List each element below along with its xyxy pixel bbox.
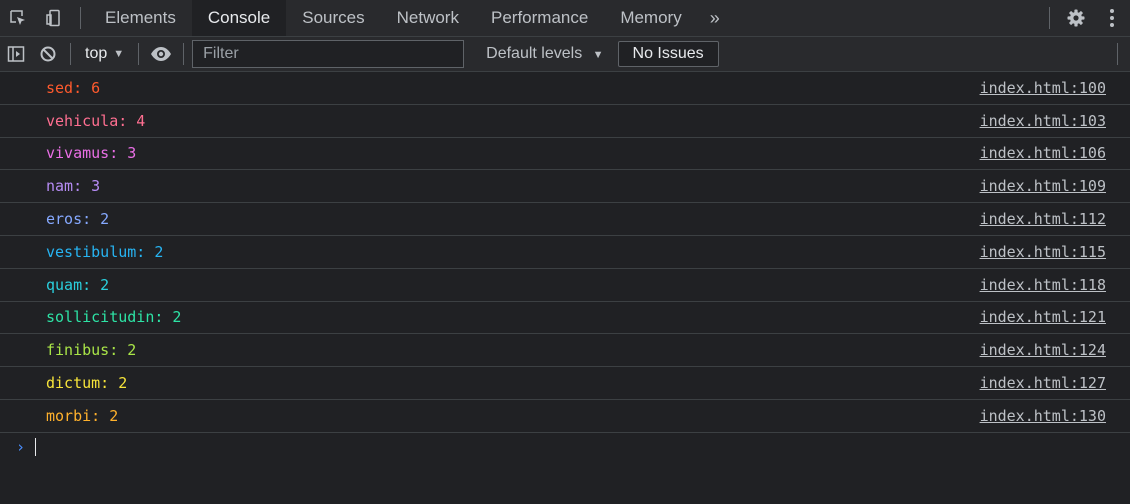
eye-icon[interactable] — [145, 37, 177, 71]
divider — [1049, 7, 1050, 29]
tab-performance[interactable]: Performance — [475, 0, 604, 36]
source-link[interactable]: index.html:100 — [980, 79, 1106, 97]
log-message: finibus: 2 — [46, 341, 137, 360]
source-link[interactable]: index.html:118 — [980, 276, 1106, 294]
sidebar-toggle-icon[interactable] — [0, 37, 32, 71]
log-levels-dropdown[interactable]: Default levels ▼ — [480, 45, 609, 63]
text-cursor — [35, 437, 37, 456]
gear-icon[interactable] — [1058, 0, 1094, 36]
tab-elements[interactable]: Elements — [89, 0, 192, 36]
tab-network[interactable]: Network — [381, 0, 475, 36]
source-link[interactable]: index.html:127 — [980, 374, 1106, 392]
device-toolbar-icon[interactable] — [36, 0, 72, 36]
log-message: vehicula: 4 — [46, 111, 146, 130]
console-row: vehicula: 4 index.html:103 — [0, 105, 1130, 138]
log-message: vestibulum: 2 — [46, 242, 164, 261]
inspect-element-icon[interactable] — [0, 0, 36, 36]
issues-button[interactable]: No Issues — [617, 41, 719, 67]
log-message: quam: 2 — [46, 275, 110, 294]
source-link[interactable]: index.html:112 — [980, 210, 1106, 228]
console-row: vestibulum: 2 index.html:115 — [0, 236, 1130, 269]
source-link[interactable]: index.html:130 — [980, 407, 1106, 425]
context-selector[interactable]: top ▼ — [77, 45, 132, 63]
log-message: nam: 3 — [46, 177, 101, 196]
log-message: sollicitudin: 2 — [46, 308, 182, 327]
source-link[interactable]: index.html:103 — [980, 112, 1106, 130]
log-message: dictum: 2 — [46, 374, 128, 393]
log-message: sed: 6 — [46, 78, 101, 97]
tab-memory[interactable]: Memory — [604, 0, 697, 36]
more-tabs-icon[interactable]: » — [698, 8, 732, 29]
prompt-chevron-icon: › — [16, 437, 26, 456]
kebab-menu-icon[interactable] — [1094, 0, 1130, 36]
source-link[interactable]: index.html:124 — [980, 341, 1106, 359]
console-row: morbi: 2 index.html:130 — [0, 400, 1130, 433]
source-link[interactable]: index.html:109 — [980, 177, 1106, 195]
divider — [80, 7, 81, 29]
console-row: quam: 2 index.html:118 — [0, 269, 1130, 302]
console-toolbar: top ▼ Default levels ▼ No Issues — [0, 37, 1130, 72]
console-row: eros: 2 index.html:112 — [0, 203, 1130, 236]
log-message: morbi: 2 — [46, 406, 119, 425]
tab-console[interactable]: Console — [191, 0, 287, 36]
source-link[interactable]: index.html:121 — [980, 308, 1106, 326]
caret-down-icon: ▼ — [592, 49, 604, 61]
filter-input[interactable] — [192, 40, 465, 68]
divider — [183, 43, 185, 65]
source-link[interactable]: index.html:115 — [980, 243, 1106, 261]
divider — [1117, 43, 1118, 65]
console-row: sollicitudin: 2 index.html:121 — [0, 302, 1130, 335]
log-message: vivamus: 3 — [46, 144, 137, 163]
console-row: dictum: 2 index.html:127 — [0, 367, 1130, 400]
log-levels-label: Default levels — [486, 45, 583, 62]
log-message: eros: 2 — [46, 210, 110, 229]
console-row: finibus: 2 index.html:124 — [0, 334, 1130, 368]
console-row: sed: 6 index.html:100 — [0, 72, 1130, 105]
clear-console-icon[interactable] — [32, 37, 64, 71]
console-row: nam: 3 index.html:109 — [0, 170, 1130, 204]
source-link[interactable]: index.html:106 — [980, 144, 1106, 162]
console-output: sed: 6 index.html:100 vehicula: 4 index.… — [0, 72, 1130, 461]
divider — [70, 43, 71, 65]
context-label: top — [85, 45, 108, 62]
divider — [138, 43, 140, 65]
console-prompt[interactable]: › — [0, 433, 1130, 461]
console-row: vivamus: 3 index.html:106 — [0, 138, 1130, 171]
tab-sources[interactable]: Sources — [286, 0, 380, 36]
devtools-tabbar: Elements Console Sources Network Perform… — [0, 0, 1130, 37]
caret-down-icon: ▼ — [113, 48, 125, 60]
